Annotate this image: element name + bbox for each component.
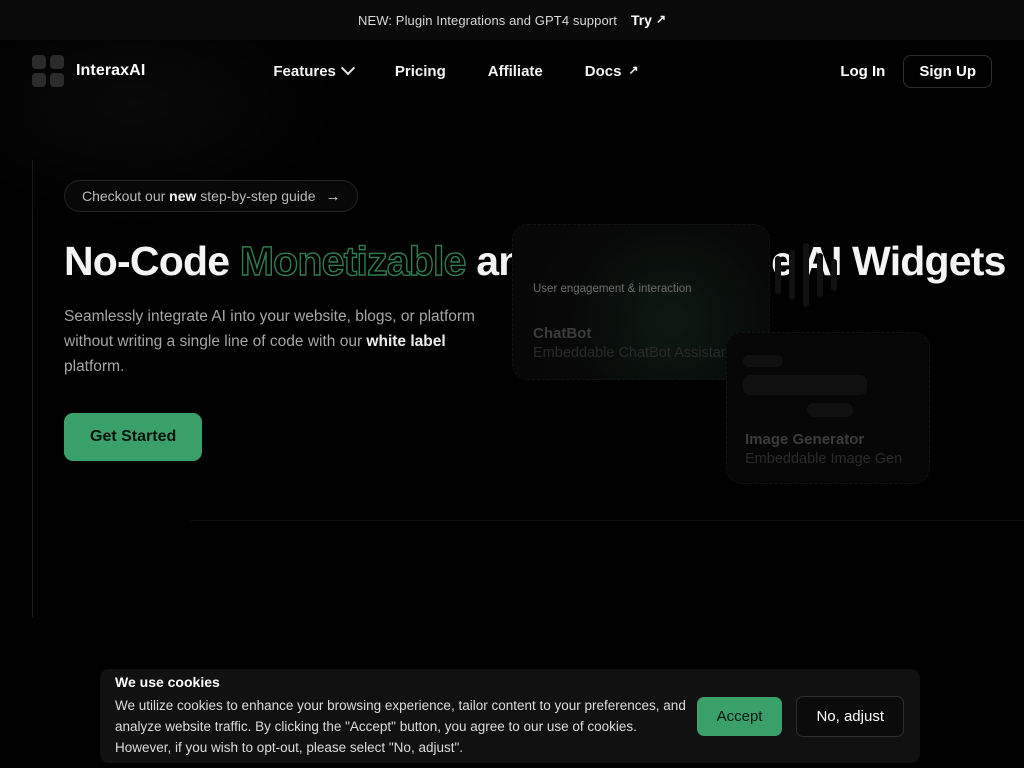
hero-title-highlight: Monetizable (239, 237, 467, 284)
widget-card-image-generator[interactable]: Image Generator Embeddable Image Gen (726, 332, 930, 484)
nav-auth-group: Log In Sign Up (840, 54, 992, 88)
widget-card-image-generator-description: Embeddable Image Gen (745, 451, 903, 467)
grid-squares-logo-icon (32, 55, 64, 87)
cookie-consent-banner: We use cookies We utilize cookies to enh… (100, 669, 920, 763)
hero-widget-preview: User engagement & interaction ChatBot Em… (512, 220, 1024, 520)
arrow-up-right-icon: ↗ (655, 12, 667, 26)
widget-card-chatbot-text: ChatBot Embeddable ChatBot Assistant (533, 325, 733, 361)
page-title: No-Code Monetizable and Embeddable AI Wi… (64, 236, 1006, 286)
guide-pill-link[interactable]: Checkout our new step-by-step guide → (64, 180, 359, 212)
announcement-try-label: Try (630, 12, 652, 28)
brand-logo[interactable]: InteraxAI (32, 55, 145, 87)
widget-card-image-generator-text: Image Generator Embeddable Image Gen (745, 431, 902, 467)
cookie-banner-body: We utilize cookies to enhance your brows… (115, 697, 686, 756)
cookie-banner-copy: We use cookies We utilize cookies to enh… (115, 674, 695, 759)
nav-item-features-label: Features (273, 62, 336, 80)
placeholder-bar (743, 375, 867, 395)
hero-title-part1: No-Code (64, 238, 240, 284)
nav-item-pricing-label: Pricing (394, 62, 446, 80)
page-shell: InteraxAI Features Pricing Affiliate Doc… (0, 0, 1024, 768)
cookie-banner-title: We use cookies (115, 673, 220, 690)
announcement-try-link[interactable]: Try ↗ (631, 12, 666, 28)
cookie-banner-actions: Accept No, adjust (696, 695, 904, 737)
login-link[interactable]: Log In (840, 63, 885, 80)
nav-item-features[interactable]: Features (273, 61, 355, 80)
announcement-text: NEW: Plugin Integrations and GPT4 suppor… (357, 12, 617, 28)
hero-subtitle: Seamlessly integrate AI into your websit… (64, 304, 506, 379)
hero-subtitle-emphasis: white label (366, 333, 446, 351)
hero-copy: Checkout our new step-by-step guide → No… (64, 180, 1006, 462)
cookie-accept-button[interactable]: Accept (696, 696, 783, 736)
arrow-up-right-icon: ↗ (628, 63, 639, 77)
hero-subtitle-part2: platform. (64, 358, 125, 376)
nav-item-pricing[interactable]: Pricing (395, 63, 446, 80)
widget-card-chatbot-title: ChatBot (533, 325, 592, 342)
arrow-right-icon: → (325, 187, 341, 205)
main-navbar: InteraxAI Features Pricing Affiliate Doc… (0, 40, 1024, 102)
chevron-down-icon (340, 61, 355, 76)
placeholder-bar (743, 355, 783, 367)
cookie-reject-button[interactable]: No, adjust (796, 695, 904, 737)
hero-section: Checkout our new step-by-step guide → No… (0, 40, 1024, 600)
widget-card-chatbot-description: Embeddable ChatBot Assistant (533, 345, 733, 361)
nav-item-docs[interactable]: Docs ↗ (585, 63, 639, 80)
nav-item-affiliate-label: Affiliate (487, 62, 543, 80)
brand-name: InteraxAI (76, 62, 146, 79)
widget-card-eyebrow: User engagement & interaction (533, 283, 692, 295)
get-started-button[interactable]: Get Started (64, 413, 203, 462)
placeholder-bar (807, 403, 853, 417)
nav-links: Features Pricing Affiliate Docs ↗ (273, 61, 639, 80)
audio-waveform-icon (775, 238, 837, 312)
signup-button[interactable]: Sign Up (903, 54, 992, 88)
widget-card-image-generator-title: Image Generator (745, 431, 865, 448)
nav-item-docs-label: Docs (584, 62, 622, 80)
nav-item-affiliate[interactable]: Affiliate (488, 63, 543, 80)
announcement-bar: NEW: Plugin Integrations and GPT4 suppor… (0, 0, 1024, 40)
guide-pill-text: Checkout our new step-by-step guide (82, 188, 316, 204)
